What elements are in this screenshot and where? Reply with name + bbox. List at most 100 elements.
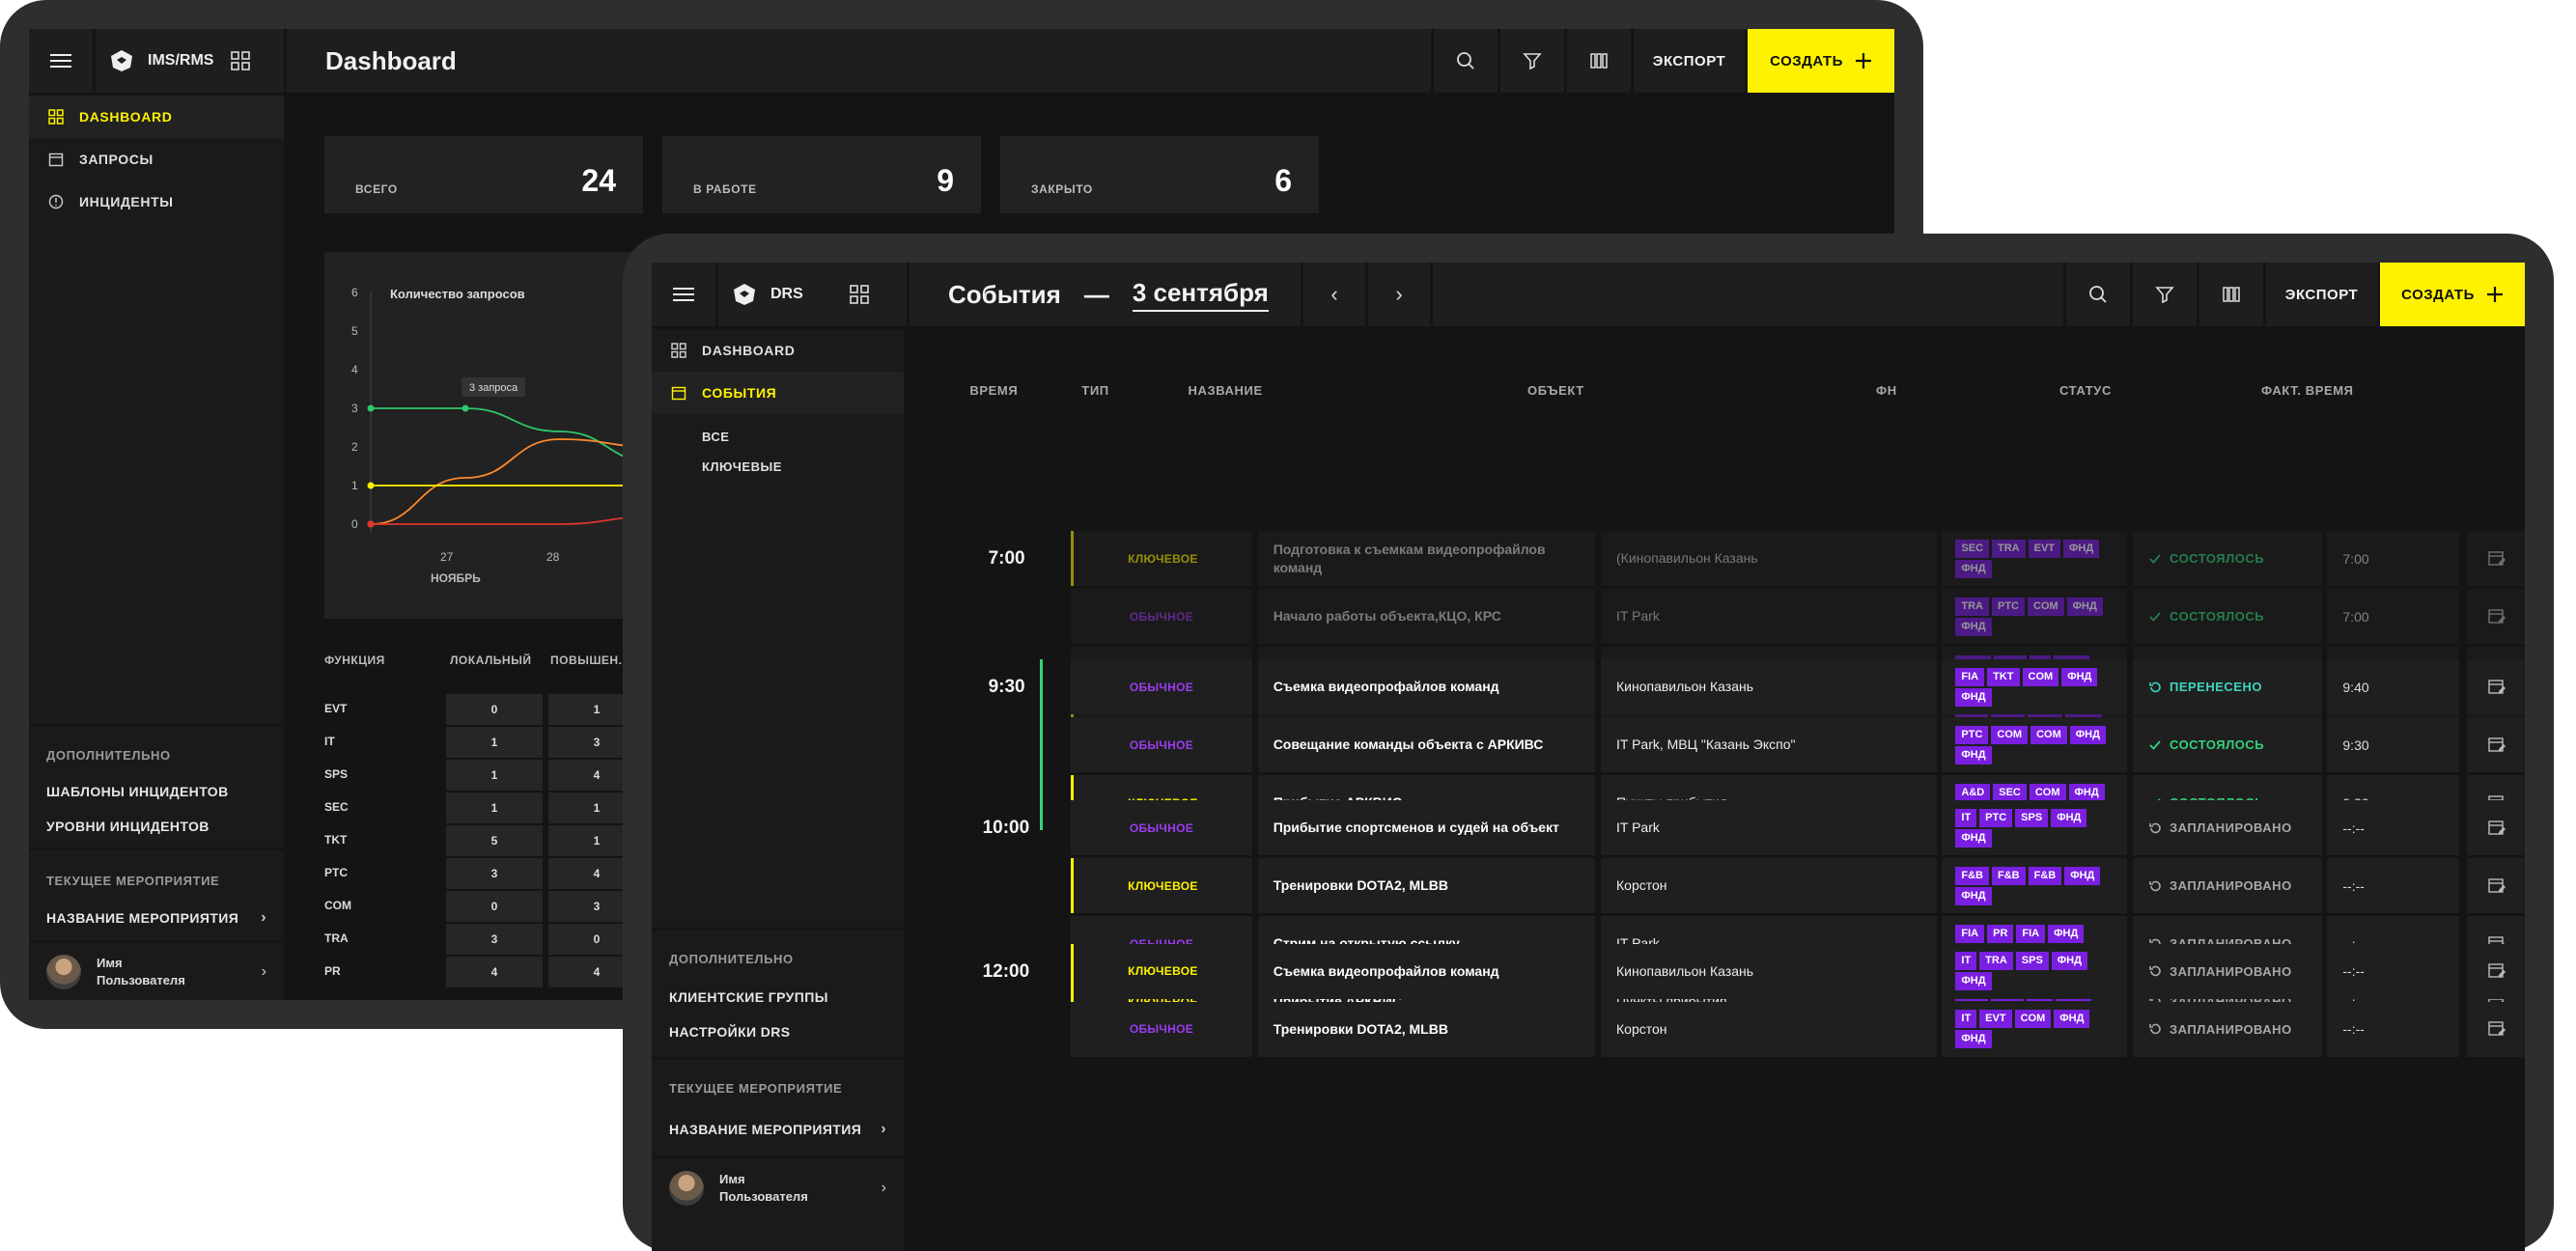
user-profile[interactable]: Имя Пользователя › (652, 1155, 904, 1217)
event-name[interactable]: Начало работы объекта,КЦО, КРС (1257, 589, 1596, 644)
nav-label: DASHBOARD (702, 343, 796, 358)
event-status: СОСТОЯЛОСЬ (2133, 717, 2322, 772)
function-tag: ФНД (1955, 972, 1992, 990)
function-tag: COM (2028, 597, 2064, 616)
edit-schedule-button[interactable] (2466, 659, 2525, 714)
event-object: (Кинопавильон Казань (1601, 531, 1937, 586)
event-name[interactable]: Съемка видеопрофайлов команд (1257, 659, 1596, 714)
event-row[interactable]: ОБЫЧНОЕ Тренировки DOTA2, MLBB Корстон IT EV… (904, 1001, 2525, 1057)
column-header: ВРЕМЯ (969, 383, 1019, 398)
page-title: События (948, 279, 1061, 309)
app-switcher[interactable]: IMS/RMS (96, 29, 284, 93)
edit-schedule-button[interactable] (2466, 717, 2525, 772)
event-name[interactable]: Съемка видеопрофайлов команд (1257, 943, 1596, 999)
event-name-text: Тренировки DOTA2, MLBB (1273, 877, 1448, 894)
calendar-edit-icon (2487, 876, 2506, 896)
event-actual-time: 9:40 (2327, 659, 2460, 714)
edit-schedule-button[interactable] (2466, 800, 2525, 856)
nav-incidents[interactable]: ИНЦИДЕНТЫ (29, 181, 284, 223)
menu-button[interactable] (652, 263, 715, 326)
edit-schedule-button[interactable] (2466, 1001, 2525, 1057)
apps-grid-icon[interactable] (231, 51, 251, 70)
columns-button[interactable] (2199, 263, 2263, 326)
nav-dashboard[interactable]: DASHBOARD (652, 329, 904, 372)
extra-link[interactable]: КЛИЕНТСКИЕ ГРУППЫ (652, 966, 904, 1015)
filter-icon (2155, 285, 2174, 304)
search-icon (1456, 51, 1475, 70)
event-row[interactable]: КЛЮЧЕВОЕ Подготовка к съемкам видеопрофай… (904, 531, 2525, 586)
current-event-name: НАЗВАНИЕ МЕРОПРИЯТИЯ (46, 910, 239, 926)
event-name[interactable]: Совещание команды объекта с АРКИВС (1257, 717, 1596, 772)
event-row[interactable]: ОБЫЧНОЕ Съемка видеопрофайлов команд Киноп… (904, 659, 2525, 714)
series-point (462, 404, 469, 412)
event-row[interactable]: КЛЮЧЕВОЕ Тренировки DOTA2, MLBB Корстон F&B… (904, 858, 2525, 914)
y-tick-label: 6 (351, 286, 358, 299)
create-button[interactable]: СОЗДАТЬ (2380, 263, 2525, 326)
event-status: СОСТОЯЛОСЬ (2133, 531, 2322, 586)
menu-button[interactable] (29, 29, 93, 93)
edit-schedule-button[interactable] (2466, 858, 2525, 914)
subnav-key[interactable]: КЛЮЧЕВЫЕ (652, 452, 904, 482)
extra-link[interactable]: УРОВНИ ИНЦИДЕНТОВ (29, 809, 284, 848)
event-status: СОСТОЯЛОСЬ (2133, 589, 2322, 644)
column-header: ФАКТ. ВРЕМЯ (2261, 383, 2354, 398)
edit-schedule-button[interactable] (2466, 531, 2525, 586)
event-row[interactable]: ОБЫЧНОЕ Совещание команды объекта с АРКИВ… (904, 717, 2525, 772)
event-type: ОБЫЧНОЕ (1070, 589, 1252, 644)
extra-title: ДОПОЛНИТЕЛЬНО (669, 952, 794, 966)
next-date-button[interactable]: › (1368, 263, 1430, 326)
event-name[interactable]: Подготовка к съемкам видеопрофайлов кома… (1257, 531, 1596, 586)
event-row[interactable]: ОБЫЧНОЕ Прибытие спортсменов и судей на о… (904, 800, 2525, 856)
user-profile[interactable]: Имя Пользователя › (29, 940, 284, 1000)
function-tag: COM (2029, 783, 2066, 802)
function-tag: ФНД (2061, 667, 2098, 686)
app-switcher[interactable]: DRS (718, 263, 907, 326)
function-tag: COM (2022, 667, 2059, 686)
current-event-link[interactable]: НАЗВАНИЕ МЕРОПРИЯТИЯ › (652, 1096, 904, 1155)
stat-label: ВСЕГО (355, 182, 398, 196)
filter-button[interactable] (1500, 29, 1564, 93)
current-event-title: ТЕКУЩЕЕ МЕРОПРИЯТИЕ (669, 1081, 843, 1096)
function-tag: ФНД (2054, 1010, 2090, 1028)
event-status-text: СОСТОЯЛОСЬ (2170, 737, 2265, 752)
event-name[interactable]: Тренировки DOTA2, MLBB (1257, 858, 1596, 914)
event-type-label: ОБЫЧНОЕ (1129, 609, 1194, 624)
alert-icon (46, 194, 66, 209)
event-name-text: Прибытие спортсменов и судей на объект (1273, 820, 1559, 836)
event-row[interactable]: ОБЫЧНОЕ Начало работы объекта,КЦО, КРС IT … (904, 589, 2525, 644)
subnav-all[interactable]: ВСЕ (652, 414, 904, 452)
prev-date-button[interactable]: ‹ (1303, 263, 1365, 326)
function-tag: ФНД (1955, 828, 1992, 848)
columns-button[interactable] (1567, 29, 1631, 93)
event-object-text: Кинопавильон Казань (1616, 679, 1754, 694)
function-tag: ФНД (2069, 725, 2106, 744)
logo-icon (109, 48, 134, 73)
nav-requests[interactable]: ЗАПРОСЫ (29, 138, 284, 181)
search-button[interactable] (1434, 29, 1498, 93)
nav-events[interactable]: СОБЫТИЯ (652, 372, 904, 414)
nav-dashboard[interactable]: DASHBOARD (29, 96, 284, 138)
export-button[interactable]: ЭКСПОРТ (1634, 29, 1745, 93)
function-tag: ФНД (2048, 924, 2085, 943)
event-type: ОБЫЧНОЕ (1070, 800, 1252, 856)
user-first: Имя (719, 1171, 745, 1186)
current-event-link[interactable]: НАЗВАНИЕ МЕРОПРИЯТИЯ › (29, 888, 284, 940)
extra-link[interactable]: ШАБЛОНЫ ИНЦИДЕНТОВ (29, 763, 284, 809)
apps-grid-icon[interactable] (850, 285, 869, 304)
y-tick-label: 1 (351, 479, 358, 492)
date-selector[interactable]: 3 сентября (1132, 278, 1269, 312)
event-object-text: IT Park (1616, 608, 1660, 624)
filter-button[interactable] (2133, 263, 2197, 326)
event-name[interactable]: Тренировки DOTA2, MLBB (1257, 1001, 1596, 1057)
event-name-text: Совещание команды объекта с АРКИВС (1273, 737, 1544, 752)
export-button[interactable]: ЭКСПОРТ (2266, 263, 2377, 326)
edit-schedule-button[interactable] (2466, 943, 2525, 999)
extra-link[interactable]: НАСТРОЙКИ DRS (652, 1015, 904, 1057)
event-actual-time: --:-- (2327, 1001, 2460, 1057)
search-button[interactable] (2066, 263, 2130, 326)
event-name[interactable]: Прибытие спортсменов и судей на объект (1257, 800, 1596, 856)
event-row[interactable]: КЛЮЧЕВОЕ Съемка видеопрофайлов команд Кино… (904, 943, 2525, 999)
edit-schedule-button[interactable] (2466, 589, 2525, 644)
create-button[interactable]: СОЗДАТЬ (1748, 29, 1894, 93)
event-type: КЛЮЧЕВОЕ (1070, 943, 1252, 999)
